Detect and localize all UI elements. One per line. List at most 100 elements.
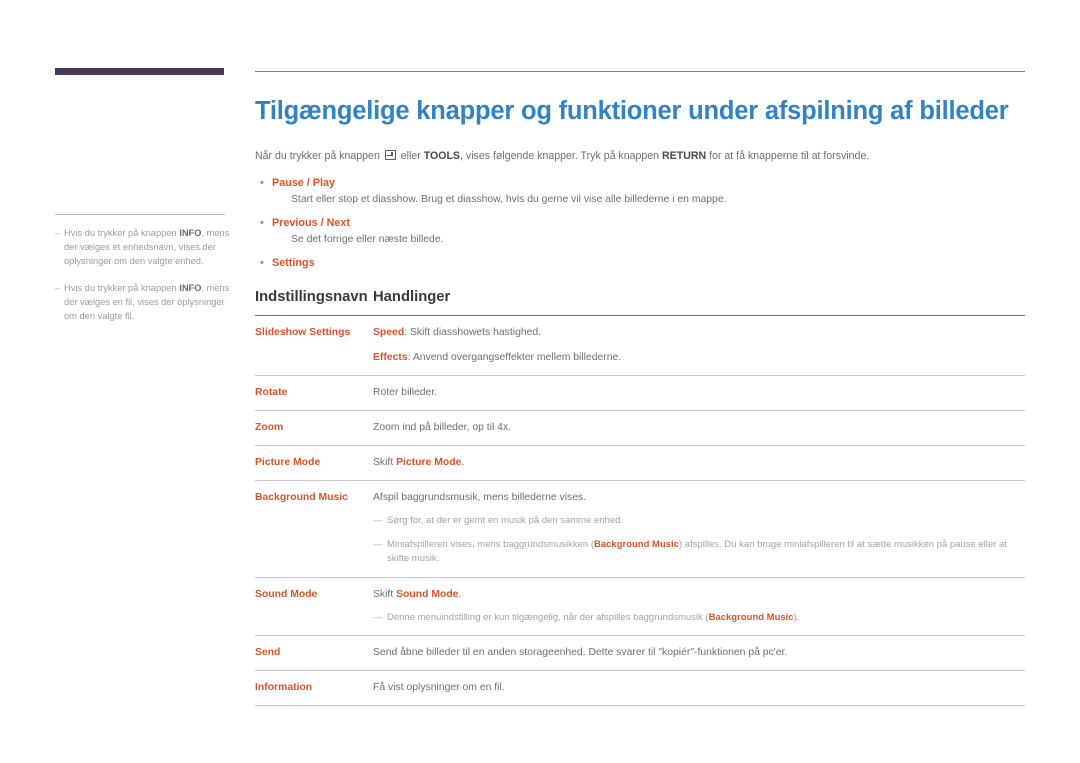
action-line-text: Send åbne billeder til en anden storagee…	[373, 647, 788, 658]
margin-note-dash: –	[55, 228, 61, 238]
list-item-label: Settings	[272, 257, 315, 269]
subnote-text: Miniafspilleren vises, mens baggrundsmus…	[387, 538, 1025, 567]
action-line-text: Zoom ind på billeder, op til 4x.	[373, 422, 512, 433]
intro-text-4: for at få knapperne til at forsvinde.	[706, 150, 870, 162]
subnote-text: Sørg for, at der er gemt en musik på den…	[387, 514, 1025, 529]
header-accent-bar	[55, 68, 224, 75]
table-header-row: Indstillingsnavn Handlinger	[255, 289, 1025, 316]
margin-note-text: Hvis du trykker på knappen INFO, mens de…	[64, 281, 230, 324]
subnote-keyword: Background Music	[593, 538, 679, 550]
action-line-text: Få vist oplysninger om en fil.	[373, 682, 505, 693]
intro-text-2: eller	[397, 150, 424, 162]
action-keyword: Effects	[373, 352, 408, 363]
margin-notes-divider	[55, 214, 225, 215]
enter-key-icon	[384, 150, 396, 160]
table-header-actions: Handlinger	[373, 289, 1025, 316]
table-cell-setting-name: Zoom	[255, 410, 373, 446]
intro-bold-tools: TOOLS	[423, 150, 461, 162]
table-cell-action: Zoom ind på billeder, op til 4x.	[373, 410, 1025, 446]
bullet-icon: •	[260, 217, 264, 229]
table-cell-action: Skift Sound Mode. — Denne menuindstilling …	[373, 577, 1025, 636]
button-function-list: • Pause / Play Start eller stop et diassho…	[255, 176, 1025, 271]
action-line-pre: Skift	[373, 588, 397, 600]
action-keyword: Sound Mode	[396, 588, 459, 600]
action-subnote: — Sørg for, at der er gemt en musik på de…	[373, 514, 1025, 529]
margin-note-text-pre: Hvis du trykker på knappen	[64, 228, 180, 238]
list-item-title-row: • Settings	[255, 256, 1025, 271]
table-row: Sound Mode Skift Sound Mode. — Denne menuin…	[255, 577, 1025, 636]
subnote-text-pre: Miniafspilleren vises, mens baggrundsmus…	[387, 538, 594, 550]
table-row: Slideshow Settings Speed: Skift diasshowe…	[255, 315, 1025, 376]
margin-note: – Hvis du trykker på knappen INFO, mens d…	[55, 281, 230, 324]
action-keyword: Speed	[373, 327, 405, 338]
table-cell-setting-name: Send	[255, 635, 373, 671]
list-item-label: Pause / Play	[272, 177, 336, 189]
subnote-text-post: ).	[793, 611, 800, 623]
action-line: Skift Picture Mode.	[373, 455, 1025, 470]
action-line-text: Afspil baggrundsmusik, mens billederne v…	[373, 492, 587, 503]
table-row: Send Send åbne billeder til en anden stor…	[255, 635, 1025, 671]
table-cell-action: Skift Picture Mode.	[373, 445, 1025, 481]
subnote-keyword: Background Music	[708, 611, 794, 623]
table-header-setting-name: Indstillingsnavn	[255, 289, 373, 316]
action-line-text: .	[458, 588, 462, 600]
table-row: Rotate Roter billeder.	[255, 375, 1025, 411]
list-item-description: Start eller stop et diasshow. Brug et di…	[291, 194, 727, 205]
list-item-title-row: • Pause / Play	[255, 176, 1025, 191]
subnote-dash: —	[373, 611, 383, 623]
action-line: Effects: Anvend overgangseffekter mellem…	[373, 350, 1025, 365]
table-cell-action: Roter billeder.	[373, 375, 1025, 411]
bullet-icon: •	[260, 177, 264, 189]
margin-note-text: Hvis du trykker på knappen INFO, mens de…	[64, 226, 230, 269]
settings-table: Indstillingsnavn Handlinger Slideshow Se…	[255, 289, 1025, 706]
action-line-pre: Skift	[373, 457, 397, 468]
action-line: Afspil baggrundsmusik, mens billederne v…	[373, 490, 1025, 505]
table-row: Information Få vist oplysninger om en fil…	[255, 670, 1025, 706]
intro-paragraph: Når du trykker på knappen eller TOOLS, v…	[255, 148, 1025, 164]
table-cell-setting-name: Picture Mode	[255, 445, 373, 481]
subnote-dash: —	[373, 538, 383, 550]
table-cell-action: Speed: Skift diasshowets hastighed. Effec…	[373, 315, 1025, 376]
margin-note-text-pre: Hvis du trykker på knappen	[64, 282, 180, 293]
table-cell-setting-name: Rotate	[255, 375, 373, 411]
list-item-title-row: • Previous / Next	[255, 216, 1025, 231]
action-line-text: : Anvend overgangseffekter mellem billed…	[407, 352, 622, 363]
table-cell-setting-name: Information	[255, 670, 373, 706]
action-line: Skift Sound Mode.	[373, 587, 1025, 602]
table-row: Zoom Zoom ind på billeder, op til 4x.	[255, 410, 1025, 446]
bullet-icon: •	[260, 257, 264, 269]
intro-bold-return: RETURN	[662, 150, 707, 162]
action-line: Speed: Skift diasshowets hastighed.	[373, 325, 1025, 340]
margin-note-keyword: INFO	[179, 228, 202, 238]
header-rule	[255, 71, 1025, 72]
margin-note: – Hvis du trykker på knappen INFO, mens d…	[55, 226, 230, 269]
margin-note-dash: –	[55, 282, 61, 293]
main-content: Tilgængelige knapper og funktioner under…	[255, 96, 1025, 706]
list-item: • Previous / Next Se det forrige eller næs…	[255, 216, 1025, 247]
list-item-label: Previous / Next	[272, 217, 351, 229]
table-row: Background Music Afspil baggrundsmusik, m…	[255, 480, 1025, 578]
subnote-dash: —	[373, 515, 383, 526]
table-cell-setting-name: Sound Mode	[255, 577, 373, 636]
table-cell-setting-name: Background Music	[255, 480, 373, 578]
action-line-text: Roter billeder.	[373, 387, 438, 398]
action-line: Roter billeder.	[373, 385, 1025, 400]
margin-note-keyword: INFO	[179, 282, 202, 293]
list-item: • Pause / Play Start eller stop et diassho…	[255, 176, 1025, 207]
table-cell-action: Få vist oplysninger om en fil.	[373, 670, 1025, 706]
subnote-text-pre: Sørg for, at der er gemt en musik på den…	[387, 515, 624, 526]
subnote-text-pre: Denne menuindstilling er kun tilgængelig…	[387, 611, 709, 623]
action-subnote: — Miniafspilleren vises, mens baggrundsmu…	[373, 538, 1025, 567]
action-line: Send åbne billeder til en anden storagee…	[373, 645, 1025, 660]
table-cell-action: Send åbne billeder til en anden storagee…	[373, 635, 1025, 671]
table-row: Picture Mode Skift Picture Mode.	[255, 445, 1025, 481]
intro-text-1: Når du trykker på knappen	[255, 150, 383, 162]
action-line-text: .	[461, 457, 465, 468]
page-title: Tilgængelige knapper og funktioner under…	[255, 97, 1009, 125]
action-line: Zoom ind på billeder, op til 4x.	[373, 420, 1025, 435]
table-cell-action: Afspil baggrundsmusik, mens billederne v…	[373, 480, 1025, 578]
action-line-text: : Skift diasshowets hastighed.	[404, 327, 542, 338]
intro-text-3: , vises følgende knapper. Tryk på knappe…	[460, 150, 663, 162]
table-cell-setting-name: Slideshow Settings	[255, 315, 373, 376]
action-line: Få vist oplysninger om en fil.	[373, 680, 1025, 695]
